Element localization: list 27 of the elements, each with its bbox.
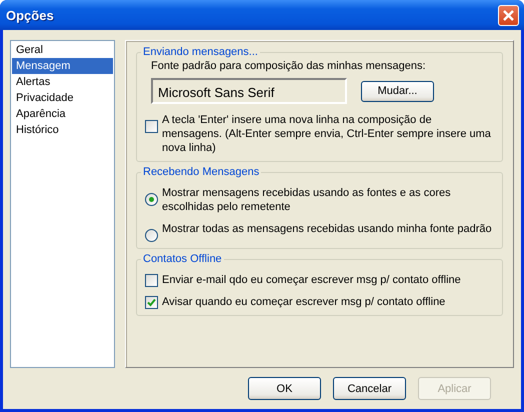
dialog-button[interactable]: OK [248,377,321,400]
font-label: Fonte padrão para composição das minhas mensagens: [151,60,427,72]
option-label: Mostrar todas as mensagens recebidas usando minha fonte padrão [162,222,492,236]
radio-button[interactable] [145,229,158,242]
window-title: Opções [6,8,54,22]
category-item[interactable]: Aparência [12,106,113,122]
close-button[interactable] [498,4,519,26]
dialog-button[interactable]: Cancelar [333,377,406,400]
group-title: Enviando mensagens... [142,46,259,58]
category-item[interactable]: Histórico [12,122,113,138]
option-label: Enviar e-mail qdo eu começar escrever msg p/ contato offline [162,273,461,287]
checkbox[interactable] [145,296,158,308]
close-icon [502,8,515,22]
change-font-button[interactable]: Mudar... [361,80,434,102]
category-item[interactable]: Mensagem [12,58,113,74]
category-item[interactable]: Privacidade [12,90,113,106]
group-title: Contatos Offline [142,253,223,265]
category-item[interactable]: Geral [12,42,113,58]
option-label: Mostrar mensagens recebidas usando as fontes e as cores escolhidas pelo remetente [162,186,452,214]
checkbox[interactable] [145,274,158,286]
category-item[interactable]: Alertas [12,74,113,90]
radio-button[interactable] [145,193,158,206]
checkbox[interactable] [145,120,158,133]
group-title: Recebendo Mensagens [142,166,260,178]
option-label: A tecla 'Enter' insere uma nova linha na composição de mensagens. (Alt-Enter sempre envia, Ctrl-Enter sempre insere uma nova linha) [162,113,492,155]
option-label: Avisar quando eu começar escrever msg p/ contato offline [162,295,446,309]
font-preview-field: Microsoft Sans Serif [151,78,347,104]
